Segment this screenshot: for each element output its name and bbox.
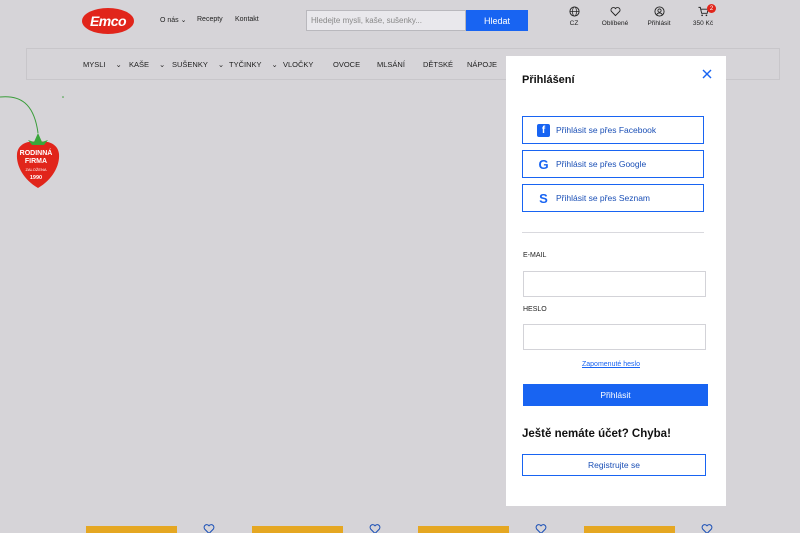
category-mlsani[interactable]: MLSÁNÍ (377, 60, 405, 69)
category-napoje[interactable]: NÁPOJE (467, 60, 497, 69)
chevron-down-icon: ⌄ (159, 60, 166, 69)
cart-total: 350 Kč (692, 20, 714, 27)
heart-icon[interactable] (369, 523, 381, 533)
login-label: Přihlásit (647, 20, 671, 27)
category-kase[interactable]: KAŠE ⌄ (129, 60, 165, 69)
search-button[interactable]: Hledat (466, 10, 528, 31)
login-dropdown: Přihlášení f Přihlásit se přes Facebook … (506, 56, 726, 506)
family-company-badge: RODINNÁ FIRMA ZALOŽENA 1990 (19, 150, 53, 181)
password-field[interactable] (523, 324, 706, 350)
chevron-down-icon: ⌄ (271, 60, 278, 69)
nav-recipes[interactable]: Recepty (197, 16, 223, 23)
heart-icon[interactable] (535, 523, 547, 533)
login-link[interactable]: Přihlásit (639, 6, 679, 27)
language-switch[interactable]: CZ (554, 6, 594, 27)
email-field[interactable] (523, 271, 706, 297)
login-submit-button[interactable]: Přihlásit (523, 384, 708, 406)
forgot-password-link[interactable]: Zapomenuté heslo (582, 361, 640, 368)
product-tag (584, 526, 675, 533)
favorites-label: Oblíbené (601, 20, 629, 27)
google-icon: G (538, 156, 549, 172)
heart-icon (610, 7, 620, 17)
category-detske[interactable]: DĚTSKÉ (423, 60, 453, 69)
category-vlocky[interactable]: VLOČKY (283, 60, 313, 69)
google-login-label: Přihlásit se přes Google (556, 159, 647, 169)
category-susenky[interactable]: SUŠENKY ⌄ (172, 60, 224, 69)
user-icon (653, 6, 665, 17)
globe-icon (568, 6, 580, 17)
stem-decoration (0, 96, 64, 134)
nav-about-label: O nás (160, 17, 179, 24)
cart-link[interactable]: 350 Kč (683, 6, 723, 27)
google-login-button[interactable]: G Přihlásit se přes Google (522, 150, 704, 178)
seznam-icon: S (539, 190, 548, 206)
language-label: CZ (569, 20, 579, 27)
facebook-login-button[interactable]: f Přihlásit se přes Facebook (522, 116, 704, 144)
email-label: E-MAIL (523, 252, 547, 259)
cart-count-badge: 2 (707, 4, 716, 13)
password-label: HESLO (523, 306, 547, 313)
no-account-heading: Ještě nemáte účet? Chyba! (522, 428, 671, 440)
login-title: Přihlášení (522, 74, 575, 86)
seznam-login-label: Přihlásit se přes Seznam (556, 193, 651, 203)
product-tag (418, 526, 509, 533)
facebook-icon: f (537, 123, 550, 137)
chevron-down-icon: ⌄ (180, 17, 187, 24)
category-mysli[interactable]: MYSLI ⌄ (83, 60, 122, 69)
heart-icon[interactable] (203, 523, 215, 533)
product-tag (86, 526, 177, 533)
nav-about[interactable]: O nás ⌄ (160, 16, 187, 24)
chevron-down-icon: ⌄ (217, 60, 225, 69)
facebook-login-label: Přihlásit se přes Facebook (556, 125, 657, 135)
category-tycinky[interactable]: TYČINKY ⌄ (229, 60, 278, 69)
seznam-login-button[interactable]: S Přihlásit se přes Seznam (522, 184, 704, 212)
divider (522, 232, 704, 233)
emco-logo[interactable]: Emco (82, 8, 134, 34)
category-ovoce[interactable]: OVOCE (333, 60, 360, 69)
product-tag (252, 526, 343, 533)
search-input[interactable]: Hledejte mysli, kaše, sušenky... (306, 10, 466, 31)
favorites-link[interactable]: Oblíbené (595, 6, 635, 27)
nav-contact[interactable]: Kontakt (235, 16, 259, 23)
register-button[interactable]: Registrujte se (522, 454, 706, 476)
chevron-down-icon: ⌄ (115, 60, 122, 69)
heart-icon[interactable] (701, 523, 713, 533)
close-icon[interactable] (700, 67, 714, 81)
